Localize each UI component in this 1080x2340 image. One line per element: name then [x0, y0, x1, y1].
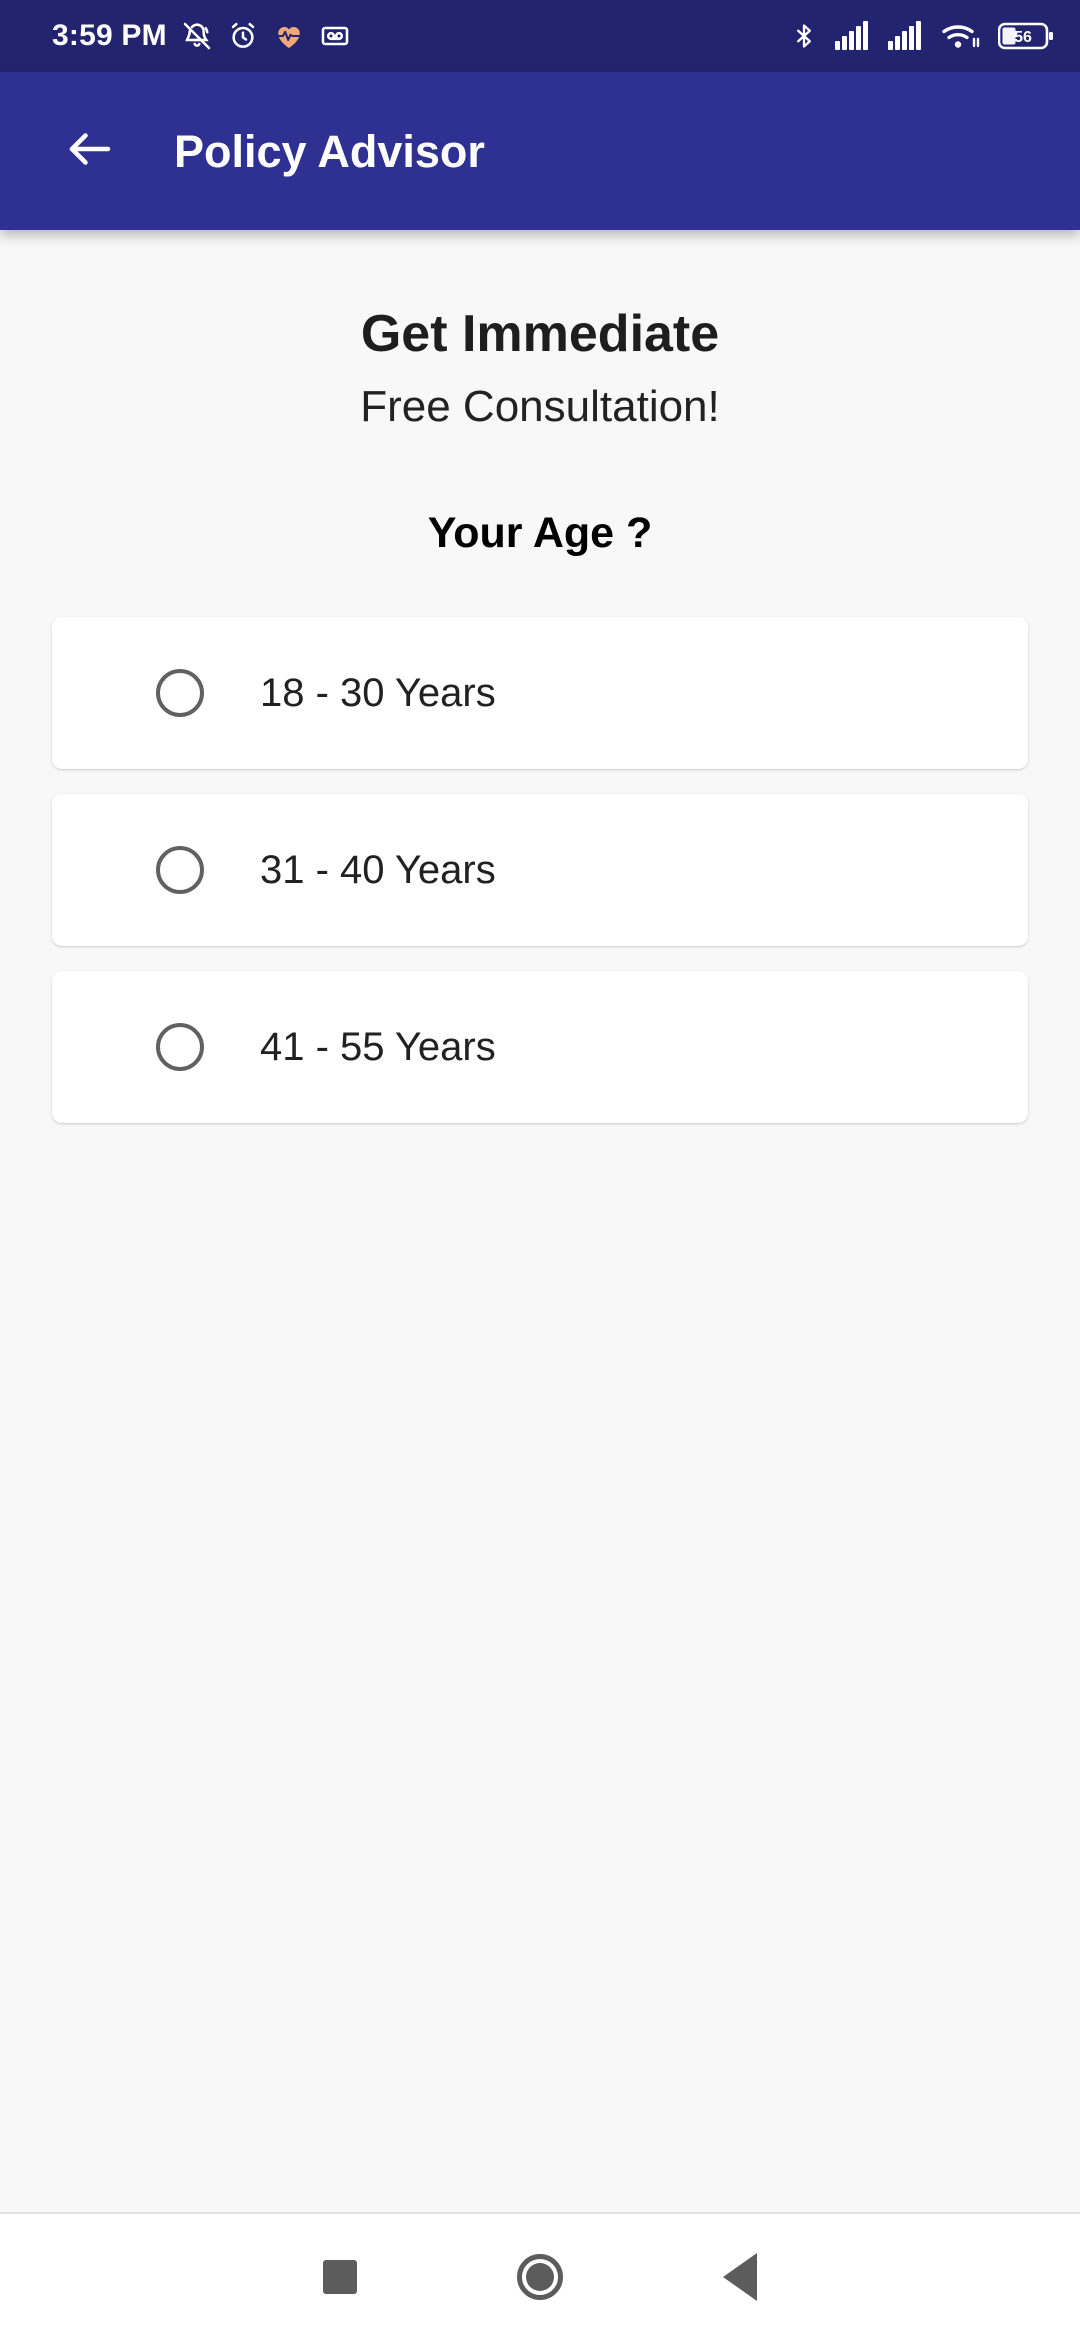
status-bar-clock: 3:59 PM: [52, 19, 167, 52]
headline: Get Immediate: [360, 305, 720, 363]
radio-button-41-55[interactable]: [156, 1022, 204, 1071]
triangle-left-icon: [723, 2253, 757, 2301]
age-option-18-30[interactable]: 18 - 30 Years: [52, 616, 1028, 769]
age-option-label: 18 - 30 Years: [260, 670, 496, 715]
alarm-clock-icon: [227, 20, 259, 52]
bell-off-icon: [181, 20, 213, 52]
android-navigation-bar: [0, 2214, 1080, 2340]
status-bar-left-group: 3:59 PM: [52, 19, 351, 53]
radio-button-18-30[interactable]: [156, 668, 204, 717]
age-option-label: 41 - 55 Years: [260, 1024, 496, 1069]
circle-icon: [517, 2254, 563, 2300]
age-options-list: 18 - 30 Years 31 - 40 Years 41 - 55 Year…: [0, 616, 1080, 1148]
battery-icon: 56: [998, 21, 1054, 51]
square-icon: [323, 2260, 357, 2294]
question-label: Your Age ?: [427, 508, 653, 557]
age-option-label: 31 - 40 Years: [260, 847, 496, 892]
voicemail-icon: [319, 20, 351, 52]
home-button[interactable]: [440, 2214, 640, 2340]
signal-bars-sim2-icon: [888, 21, 924, 51]
radio-button-31-40[interactable]: [156, 845, 204, 894]
recents-button[interactable]: [240, 2214, 440, 2340]
back-button[interactable]: [640, 2214, 840, 2340]
status-bar: 3:59 PM 56: [0, 0, 1080, 72]
phone-screen: 3:59 PM 56 Policy Advisor Get Immediate …: [0, 0, 1080, 2340]
subheadline: Free Consultation!: [360, 382, 720, 432]
signal-bars-sim1-icon: [835, 21, 871, 51]
age-option-31-40[interactable]: 31 - 40 Years: [52, 793, 1028, 946]
arrow-left-icon: [63, 122, 117, 181]
app-bar: Policy Advisor: [0, 72, 1080, 230]
battery-level-text: 56: [1014, 29, 1032, 46]
app-bar-back-button[interactable]: [52, 113, 128, 189]
wifi-icon: [941, 20, 981, 52]
page-title: Policy Advisor: [174, 125, 485, 177]
bluetooth-icon: [790, 20, 818, 52]
age-option-41-55[interactable]: 41 - 55 Years: [52, 970, 1028, 1123]
heart-pulse-icon: [273, 20, 305, 52]
main-content: Get Immediate Free Consultation! Your Ag…: [0, 230, 1080, 2212]
status-bar-right-group: 56: [790, 20, 1054, 52]
